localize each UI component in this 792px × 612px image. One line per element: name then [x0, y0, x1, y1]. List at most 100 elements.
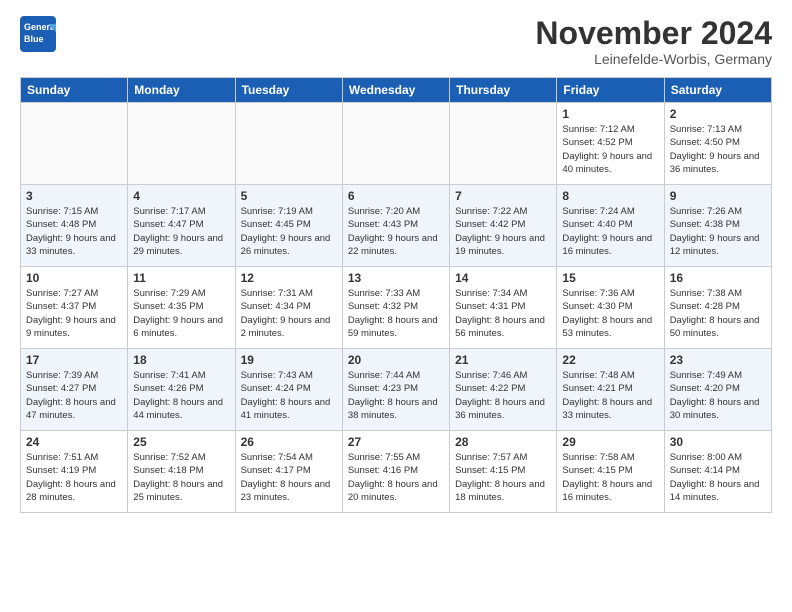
day-info: Sunrise: 7:12 AMSunset: 4:52 PMDaylight:…: [562, 123, 658, 176]
table-row: 12 Sunrise: 7:31 AMSunset: 4:34 PMDayligh…: [235, 267, 342, 349]
table-row: 19 Sunrise: 7:43 AMSunset: 4:24 PMDayligh…: [235, 349, 342, 431]
day-number: 4: [133, 189, 229, 203]
table-row: 1Sunrise: 7:12 AMSunset: 4:52 PMDaylight…: [557, 103, 664, 185]
day-number: 12: [241, 271, 337, 285]
day-number: 27: [348, 435, 444, 449]
col-saturday: Saturday: [664, 78, 771, 103]
day-number: 15: [562, 271, 658, 285]
day-info: Sunrise: 7:27 AMSunset: 4:37 PMDaylight:…: [26, 287, 122, 340]
day-info: Sunrise: 7:19 AMSunset: 4:45 PMDaylight:…: [241, 205, 337, 258]
table-row: 10 Sunrise: 7:27 AMSunset: 4:37 PMDayligh…: [21, 267, 128, 349]
day-number: 10: [26, 271, 122, 285]
day-number: 18: [133, 353, 229, 367]
table-row: 14Sunrise: 7:34 AMSunset: 4:31 PMDayligh…: [450, 267, 557, 349]
table-row: [342, 103, 449, 185]
day-number: 30: [670, 435, 766, 449]
table-row: [128, 103, 235, 185]
col-tuesday: Tuesday: [235, 78, 342, 103]
day-number: 29: [562, 435, 658, 449]
day-info: Sunrise: 7:41 AMSunset: 4:26 PMDaylight:…: [133, 369, 229, 422]
day-info: Sunrise: 7:57 AMSunset: 4:15 PMDaylight:…: [455, 451, 551, 504]
day-info: Sunrise: 7:39 AMSunset: 4:27 PMDaylight:…: [26, 369, 122, 422]
table-row: 28 Sunrise: 7:57 AMSunset: 4:15 PMDayligh…: [450, 431, 557, 513]
day-info: Sunrise: 7:24 AMSunset: 4:40 PMDaylight:…: [562, 205, 658, 258]
table-row: [235, 103, 342, 185]
day-number: 19: [241, 353, 337, 367]
calendar-header-row: Sunday Monday Tuesday Wednesday Thursday…: [21, 78, 772, 103]
col-thursday: Thursday: [450, 78, 557, 103]
table-row: 18 Sunrise: 7:41 AMSunset: 4:26 PMDayligh…: [128, 349, 235, 431]
calendar-week-4: 17Sunrise: 7:39 AMSunset: 4:27 PMDayligh…: [21, 349, 772, 431]
day-number: 28: [455, 435, 551, 449]
logo-icon: General Blue: [20, 16, 58, 54]
day-info: Sunrise: 7:51 AMSunset: 4:19 PMDaylight:…: [26, 451, 122, 504]
day-number: 20: [348, 353, 444, 367]
month-title: November 2024: [535, 16, 772, 51]
table-row: 9Sunrise: 7:26 AMSunset: 4:38 PMDaylight…: [664, 185, 771, 267]
location: Leinefelde-Worbis, Germany: [535, 51, 772, 67]
calendar-table: Sunday Monday Tuesday Wednesday Thursday…: [20, 77, 772, 513]
table-row: 5Sunrise: 7:19 AMSunset: 4:45 PMDaylight…: [235, 185, 342, 267]
day-info: Sunrise: 7:38 AMSunset: 4:28 PMDaylight:…: [670, 287, 766, 340]
title-block: November 2024 Leinefelde-Worbis, Germany: [535, 16, 772, 67]
calendar-week-1: 1Sunrise: 7:12 AMSunset: 4:52 PMDaylight…: [21, 103, 772, 185]
day-number: 23: [670, 353, 766, 367]
table-row: 13 Sunrise: 7:33 AMSunset: 4:32 PMDayligh…: [342, 267, 449, 349]
table-row: 23Sunrise: 7:49 AMSunset: 4:20 PMDayligh…: [664, 349, 771, 431]
day-info: Sunrise: 7:55 AMSunset: 4:16 PMDaylight:…: [348, 451, 444, 504]
table-row: 16 Sunrise: 7:38 AMSunset: 4:28 PMDayligh…: [664, 267, 771, 349]
day-info: Sunrise: 7:46 AMSunset: 4:22 PMDaylight:…: [455, 369, 551, 422]
day-number: 13: [348, 271, 444, 285]
day-info: Sunrise: 7:43 AMSunset: 4:24 PMDaylight:…: [241, 369, 337, 422]
day-number: 25: [133, 435, 229, 449]
day-info: Sunrise: 8:00 AMSunset: 4:14 PMDaylight:…: [670, 451, 766, 504]
day-number: 16: [670, 271, 766, 285]
day-number: 24: [26, 435, 122, 449]
table-row: 7Sunrise: 7:22 AMSunset: 4:42 PMDaylight…: [450, 185, 557, 267]
table-row: 27 Sunrise: 7:55 AMSunset: 4:16 PMDayligh…: [342, 431, 449, 513]
table-row: 21 Sunrise: 7:46 AMSunset: 4:22 PMDayligh…: [450, 349, 557, 431]
day-number: 2: [670, 107, 766, 121]
header: General Blue November 2024 Leinefelde-Wo…: [20, 16, 772, 67]
table-row: [450, 103, 557, 185]
day-number: 6: [348, 189, 444, 203]
day-info: Sunrise: 7:26 AMSunset: 4:38 PMDaylight:…: [670, 205, 766, 258]
logo: General Blue: [20, 16, 58, 59]
day-info: Sunrise: 7:29 AMSunset: 4:35 PMDaylight:…: [133, 287, 229, 340]
day-info: Sunrise: 7:54 AMSunset: 4:17 PMDaylight:…: [241, 451, 337, 504]
page: General Blue November 2024 Leinefelde-Wo…: [0, 0, 792, 612]
col-monday: Monday: [128, 78, 235, 103]
day-number: 3: [26, 189, 122, 203]
table-row: [21, 103, 128, 185]
table-row: 6Sunrise: 7:20 AMSunset: 4:43 PMDaylight…: [342, 185, 449, 267]
table-row: 4Sunrise: 7:17 AMSunset: 4:47 PMDaylight…: [128, 185, 235, 267]
table-row: 8 Sunrise: 7:24 AMSunset: 4:40 PMDaylight…: [557, 185, 664, 267]
day-number: 22: [562, 353, 658, 367]
day-number: 21: [455, 353, 551, 367]
day-info: Sunrise: 7:36 AMSunset: 4:30 PMDaylight:…: [562, 287, 658, 340]
day-number: 26: [241, 435, 337, 449]
table-row: 11Sunrise: 7:29 AMSunset: 4:35 PMDayligh…: [128, 267, 235, 349]
day-info: Sunrise: 7:52 AMSunset: 4:18 PMDaylight:…: [133, 451, 229, 504]
day-number: 7: [455, 189, 551, 203]
table-row: 3 Sunrise: 7:15 AMSunset: 4:48 PMDaylight…: [21, 185, 128, 267]
day-info: Sunrise: 7:33 AMSunset: 4:32 PMDaylight:…: [348, 287, 444, 340]
day-info: Sunrise: 7:44 AMSunset: 4:23 PMDaylight:…: [348, 369, 444, 422]
day-info: Sunrise: 7:31 AMSunset: 4:34 PMDaylight:…: [241, 287, 337, 340]
table-row: 26 Sunrise: 7:54 AMSunset: 4:17 PMDayligh…: [235, 431, 342, 513]
table-row: 24 Sunrise: 7:51 AMSunset: 4:19 PMDayligh…: [21, 431, 128, 513]
col-friday: Friday: [557, 78, 664, 103]
col-wednesday: Wednesday: [342, 78, 449, 103]
table-row: 17Sunrise: 7:39 AMSunset: 4:27 PMDayligh…: [21, 349, 128, 431]
day-info: Sunrise: 7:15 AMSunset: 4:48 PMDaylight:…: [26, 205, 122, 258]
svg-text:Blue: Blue: [24, 34, 44, 44]
table-row: 30 Sunrise: 8:00 AMSunset: 4:14 PMDayligh…: [664, 431, 771, 513]
table-row: 25 Sunrise: 7:52 AMSunset: 4:18 PMDayligh…: [128, 431, 235, 513]
col-sunday: Sunday: [21, 78, 128, 103]
day-number: 8: [562, 189, 658, 203]
table-row: 29Sunrise: 7:58 AMSunset: 4:15 PMDayligh…: [557, 431, 664, 513]
day-info: Sunrise: 7:13 AMSunset: 4:50 PMDaylight:…: [670, 123, 766, 176]
calendar-week-5: 24 Sunrise: 7:51 AMSunset: 4:19 PMDayligh…: [21, 431, 772, 513]
day-number: 14: [455, 271, 551, 285]
day-info: Sunrise: 7:48 AMSunset: 4:21 PMDaylight:…: [562, 369, 658, 422]
